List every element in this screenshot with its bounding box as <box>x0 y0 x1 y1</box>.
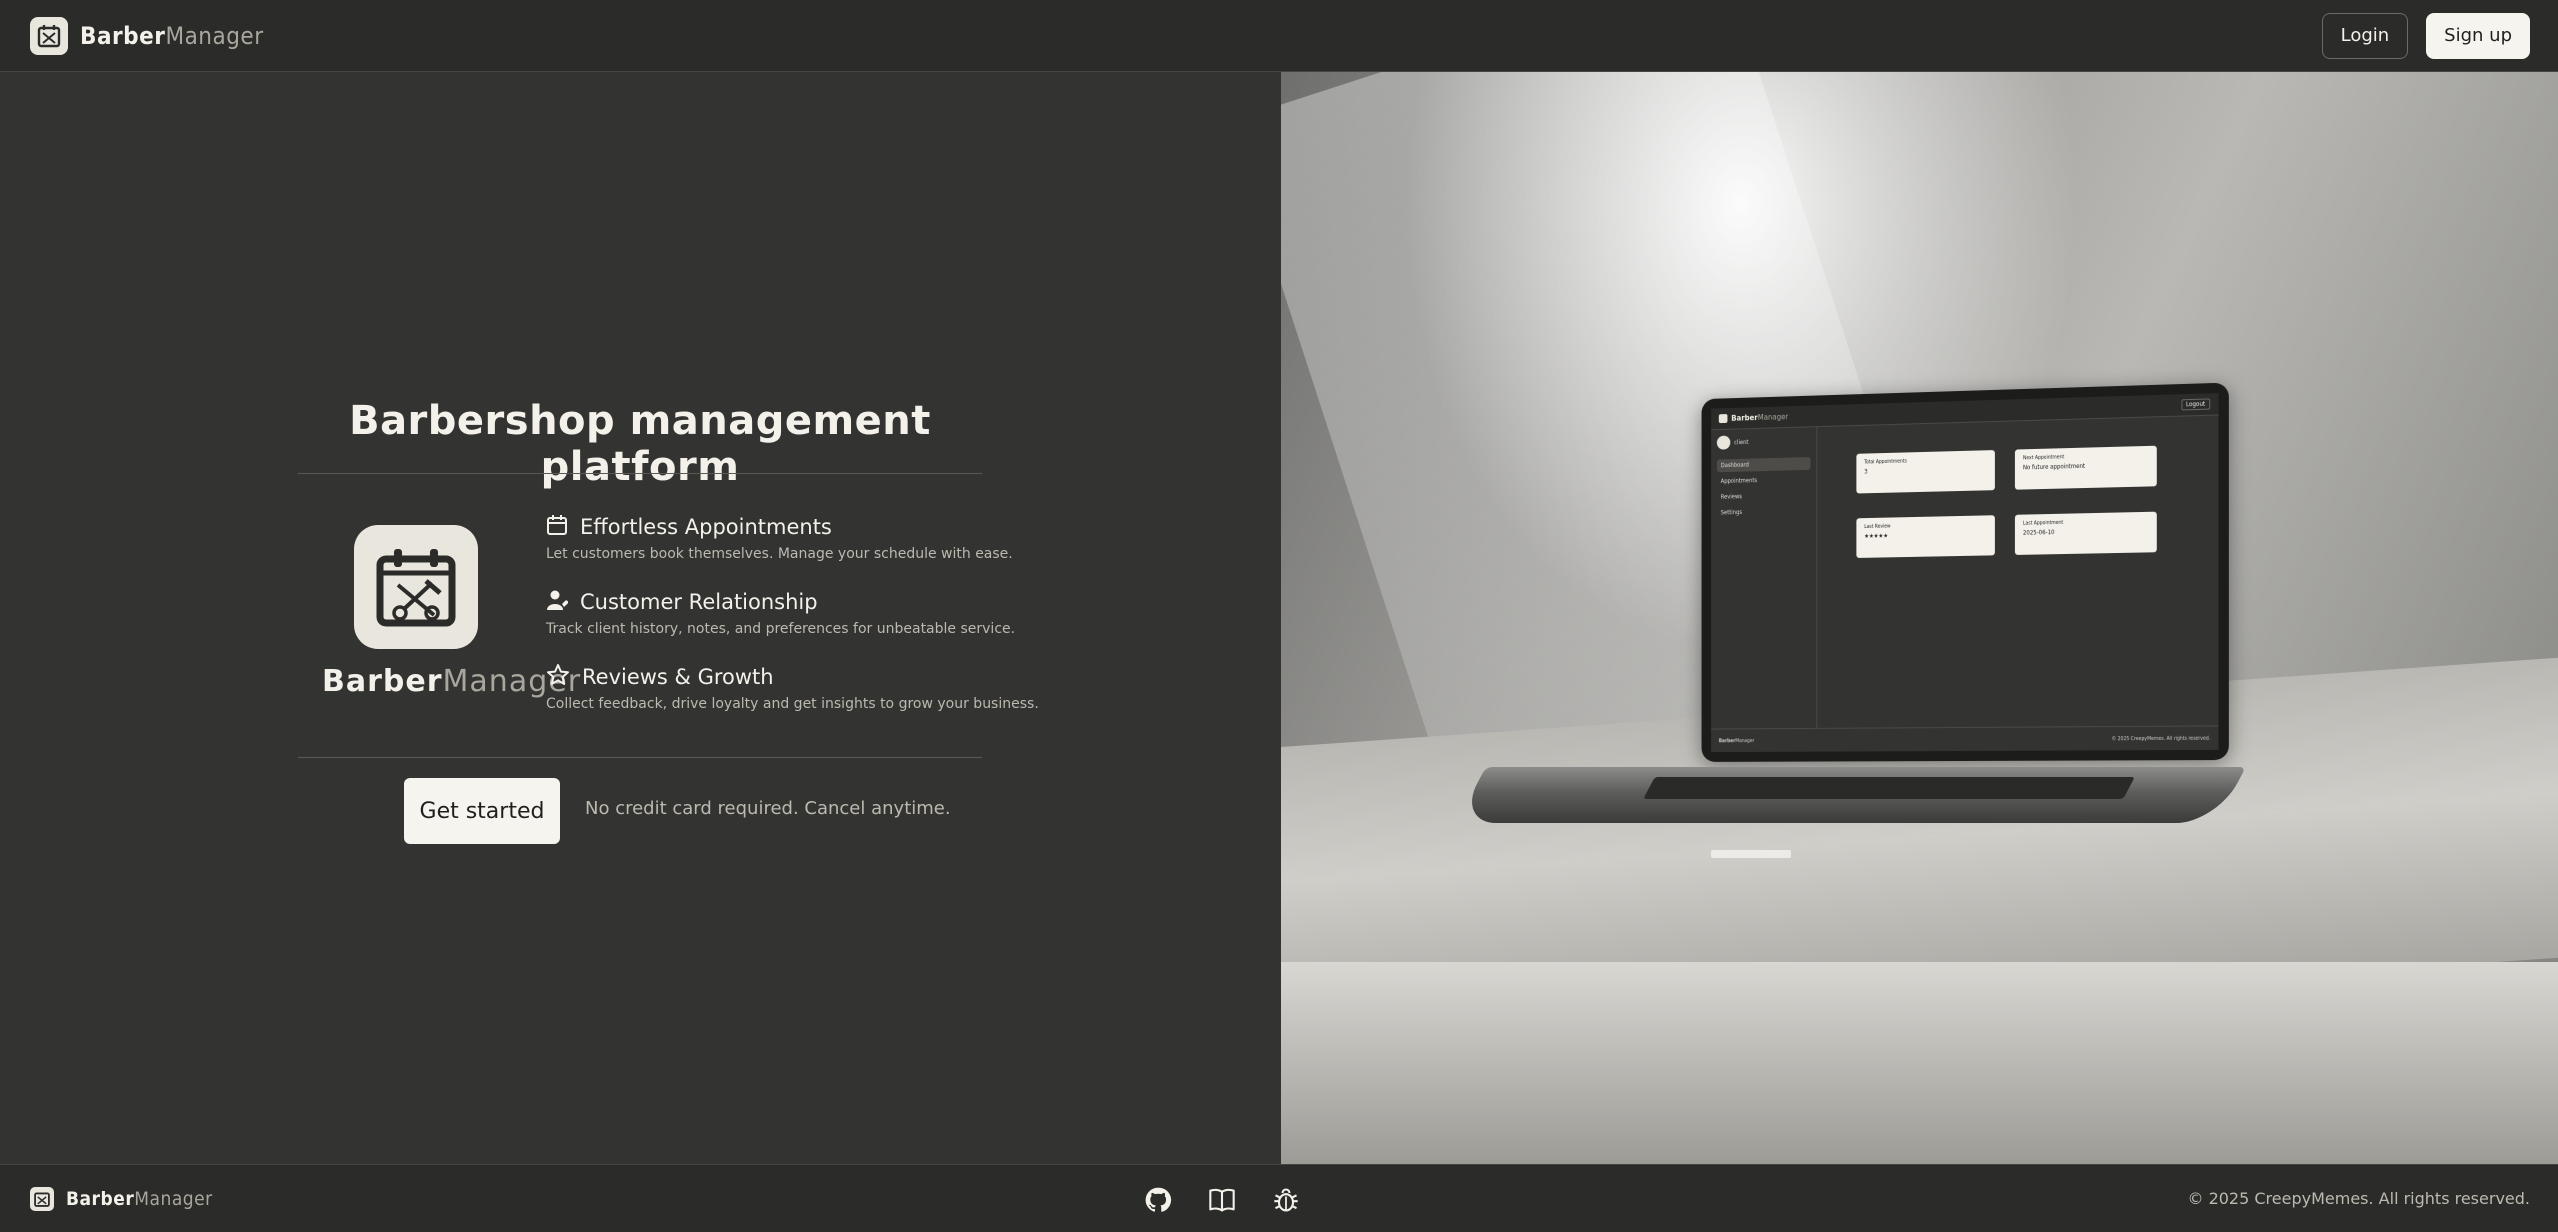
cta-note: No credit card required. Cancel anytime. <box>585 798 951 819</box>
footer-links <box>1143 1185 1301 1215</box>
auth-nav: Login Sign up <box>2321 12 2530 59</box>
login-button[interactable]: Login <box>2321 12 2409 59</box>
bottom-divider <box>298 757 982 758</box>
laptop-card-value: ★★★★★ <box>1864 532 1888 540</box>
laptop-card-value: 3 <box>1864 468 1868 476</box>
header-brand-name: BarberManager <box>80 22 264 50</box>
laptop-notch <box>1711 850 1791 858</box>
feature-customer-relationship: Customer Relationship Track client histo… <box>546 587 1016 637</box>
laptop-keyboard <box>1643 777 2135 799</box>
laptop-screen: BarberManager Logout client Dashboard Ap… <box>1701 382 2229 762</box>
laptop-card-value: No future appointment <box>2022 462 2086 472</box>
brand-bold-text: Barber <box>80 21 166 50</box>
signup-button[interactable]: Sign up <box>2426 12 2530 59</box>
laptop-card-title: Last Appointment <box>2022 519 2064 527</box>
feature-description: Let customers book themselves. Manage yo… <box>546 546 1013 562</box>
laptop-nav-item: Appointments <box>1720 477 1758 485</box>
laptop-logout-label: Logout <box>2180 398 2211 411</box>
barbermanager-logo-icon <box>30 1186 54 1211</box>
laptop-hero-image: BarberManager Logout client Dashboard Ap… <box>1281 72 2558 1164</box>
laptop-card: Last Review ★★★★★ <box>1856 515 1995 558</box>
footer-brand-link[interactable]: BarberManager <box>30 1186 213 1211</box>
book-icon[interactable] <box>1207 1185 1237 1215</box>
laptop-card-title: Total Appointments <box>1864 458 1907 466</box>
github-icon[interactable] <box>1143 1185 1173 1215</box>
hero-brand-bold: Barber <box>322 664 443 699</box>
get-started-button[interactable]: Get started <box>404 778 560 844</box>
footer-brand-bold: Barber <box>66 1187 135 1210</box>
laptop-footer-brand-light: Manager <box>1735 737 1755 744</box>
page-footer: BarberManager © 2025 CreepyMemes. All ri… <box>0 1164 2558 1232</box>
calendar-icon <box>546 514 568 540</box>
laptop-sidebar: client Dashboard Appointments Reviews Se… <box>1711 427 1818 729</box>
laptop-brand: BarberManager <box>1718 412 1789 424</box>
laptop-card-title: Last Review <box>1864 523 1891 531</box>
laptop-nav-item: Settings <box>1720 509 1743 517</box>
barbermanager-logo-icon <box>30 16 68 55</box>
laptop-logo-icon <box>1718 414 1728 424</box>
hero-brand-name: BarberManager <box>322 664 580 699</box>
brand-light-text: Manager <box>165 21 264 50</box>
footer-brand-light: Manager <box>134 1187 213 1210</box>
feature-title: Reviews & Growth <box>582 665 774 689</box>
feature-description: Track client history, notes, and prefere… <box>546 621 1016 637</box>
laptop-nav-item: Dashboard <box>1716 457 1811 473</box>
feature-appointments: Effortless Appointments Let customers bo… <box>546 512 1013 562</box>
feature-title: Customer Relationship <box>580 590 818 614</box>
laptop-brand-light: Manager <box>1757 412 1789 422</box>
user-heart-icon <box>546 589 569 615</box>
laptop-card: Last Appointment 2025-06-10 <box>2014 511 2157 555</box>
top-nav-bar: BarberManager Login Sign up <box>0 0 2558 72</box>
laptop-footer-brand-bold: Barber <box>1718 737 1736 744</box>
feature-reviews-growth: Reviews & Growth Collect feedback, drive… <box>546 662 1039 712</box>
hero-logo-icon <box>354 525 478 649</box>
hero-title: Barbershop management platform <box>349 398 931 490</box>
laptop-card-value: 2025-06-10 <box>2022 529 2055 537</box>
laptop-card-title: Next Appointment <box>2022 454 2065 462</box>
header-brand-link[interactable]: BarberManager <box>30 16 264 55</box>
laptop-card: Next Appointment No future appointment <box>2014 445 2157 490</box>
footer-brand-name: BarberManager <box>66 1188 213 1210</box>
copyright-text: © 2025 CreepyMemes. All rights reserved. <box>2187 1189 2530 1208</box>
feature-title: Effortless Appointments <box>580 515 832 539</box>
star-icon <box>546 663 570 691</box>
laptop-user-name: client <box>1734 438 1749 446</box>
laptop-nav-item: Reviews <box>1720 493 1742 501</box>
feature-description: Collect feedback, drive loyalty and get … <box>546 696 1039 712</box>
laptop-footer: BarberManager © 2025 CreepyMemes. All ri… <box>1711 725 2219 753</box>
shelf-front <box>1281 962 2558 1164</box>
laptop-avatar <box>1716 435 1731 450</box>
bug-icon[interactable] <box>1271 1185 1301 1215</box>
laptop-footer-note: © 2025 CreepyMemes. All rights reserved. <box>2111 735 2211 742</box>
laptop-brand-bold: Barber <box>1731 413 1758 423</box>
laptop-card: Total Appointments 3 <box>1856 450 1995 494</box>
top-divider <box>298 473 982 474</box>
